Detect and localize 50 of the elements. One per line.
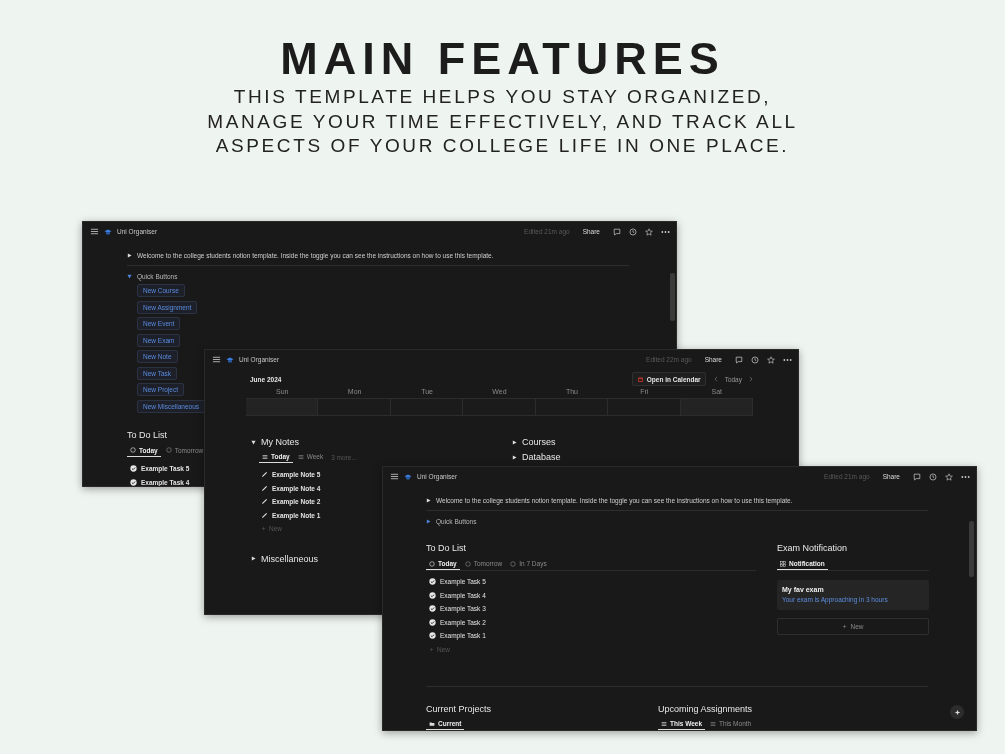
clock-icon[interactable] [751, 355, 759, 364]
comment-icon[interactable] [613, 227, 621, 236]
list-icon [661, 720, 667, 727]
graduation-cap-icon [404, 472, 412, 481]
section-heading: Exam Notification [777, 542, 849, 554]
more-icon[interactable] [661, 229, 670, 234]
scrollbar-thumb[interactable] [670, 273, 675, 321]
menu-icon[interactable] [90, 227, 99, 236]
menu-icon[interactable] [212, 355, 221, 364]
list-icon [262, 453, 268, 460]
section-heading: To Do List [426, 542, 468, 554]
scrollbar-thumb[interactable] [969, 521, 974, 577]
comment-icon[interactable] [735, 355, 743, 364]
more-icon[interactable] [783, 357, 792, 362]
clock-icon[interactable] [929, 472, 937, 481]
toggle-heading[interactable]: My Notes [251, 436, 299, 448]
graduation-cap-icon [226, 355, 234, 364]
plus-icon [261, 526, 266, 532]
circle-icon [510, 560, 517, 567]
list-icon [710, 720, 717, 727]
section-heading: Upcoming Assignments [658, 703, 754, 715]
list-icon [297, 453, 304, 460]
circle-icon [130, 447, 136, 453]
toggle-heading[interactable]: Database [512, 451, 561, 463]
toggle-heading[interactable]: Courses [512, 436, 556, 448]
chevron-left-icon[interactable] [713, 376, 718, 382]
ai-button[interactable] [950, 705, 964, 719]
calendar-icon [636, 375, 644, 383]
plus-icon [842, 624, 848, 629]
star-icon[interactable] [767, 355, 775, 364]
graduation-cap-icon [104, 227, 112, 236]
circle-icon [165, 447, 172, 453]
page-heading: MAIN FEATURES [280, 33, 725, 85]
plus-icon [429, 646, 434, 652]
chevron-right-icon[interactable] [749, 376, 753, 382]
more-icon[interactable] [961, 474, 970, 479]
star-icon[interactable] [945, 472, 953, 481]
sparkle-icon [953, 708, 961, 716]
toggle-heading[interactable]: Miscellaneous [251, 552, 319, 565]
clock-icon[interactable] [629, 227, 637, 236]
grid-icon [780, 560, 786, 567]
folder-icon [429, 720, 435, 727]
circle-icon [464, 560, 471, 567]
menu-icon[interactable] [390, 472, 399, 481]
comment-icon[interactable] [913, 472, 921, 481]
circle-icon [429, 560, 435, 567]
subheading: THIS TEMPLATE HELPS YOU STAY ORGANIZED, MANAGE YOUR TIME EFFECTIVELY, AND TRACK ALL ASPECTS OF YOUR COLLEGE LIFE IN ONE PLACE. [207, 85, 798, 158]
section-heading: To Do List [127, 428, 168, 441]
star-icon[interactable] [645, 227, 653, 236]
section-heading: Current Projects [426, 703, 493, 715]
